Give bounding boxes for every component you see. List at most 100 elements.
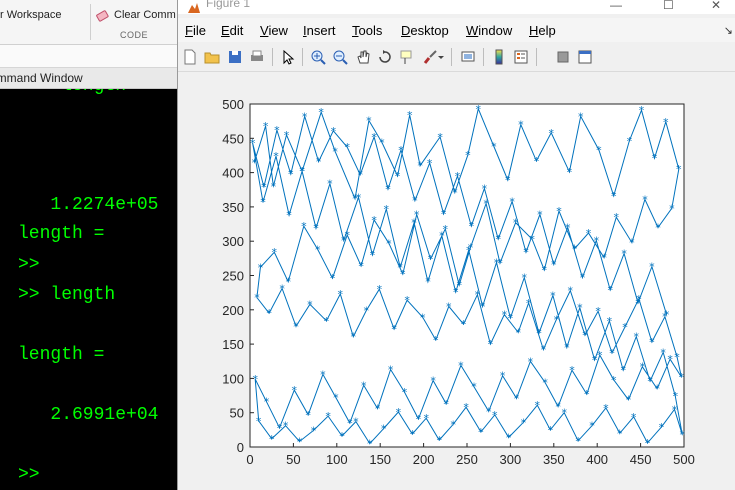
city-marker: * [361, 379, 367, 392]
city-marker: * [660, 346, 666, 359]
city-marker: * [286, 209, 292, 222]
city-marker: * [607, 284, 613, 297]
x-tick-label: 50 [286, 452, 300, 467]
city-marker: * [631, 411, 637, 424]
city-marker: * [649, 336, 655, 349]
city-marker: * [514, 392, 520, 405]
city-marker: * [561, 407, 567, 420]
city-marker: * [453, 286, 459, 299]
city-marker: * [455, 170, 461, 183]
city-marker: * [673, 390, 679, 403]
city-marker: * [420, 311, 426, 324]
city-marker: * [607, 315, 613, 328]
city-marker: * [272, 246, 278, 259]
city-marker: * [611, 374, 617, 387]
city-marker: * [320, 368, 326, 381]
city-marker: * [480, 300, 486, 313]
city-marker: * [315, 243, 321, 256]
city-marker: * [371, 131, 377, 144]
city-marker: * [305, 409, 311, 422]
city-marker: * [299, 165, 305, 178]
city-marker: * [664, 309, 670, 322]
y-tick-label: 500 [222, 97, 244, 112]
city-marker: * [423, 412, 429, 425]
city-marker: * [269, 433, 275, 446]
city-marker: * [482, 182, 488, 195]
city-marker: * [674, 351, 680, 364]
city-marker: * [263, 120, 269, 133]
city-marker: * [548, 127, 554, 140]
city-marker: * [256, 415, 262, 428]
city-marker: * [667, 353, 673, 366]
city-marker: * [344, 141, 350, 154]
city-marker: * [370, 249, 376, 262]
city-marker: * [311, 425, 317, 438]
city-marker: * [283, 420, 289, 433]
city-marker: * [461, 318, 467, 331]
city-marker: * [293, 320, 299, 333]
city-marker: * [505, 174, 511, 187]
city-marker: * [357, 169, 363, 182]
city-marker: * [377, 283, 383, 296]
city-marker: * [663, 116, 669, 129]
city-marker: * [647, 375, 653, 388]
city-marker: * [601, 252, 607, 265]
city-marker: * [529, 233, 535, 246]
city-marker: * [466, 244, 472, 257]
city-marker: * [471, 381, 477, 394]
city-marker: * [338, 288, 344, 301]
city-marker: * [254, 291, 260, 304]
x-tick-label: 200 [413, 452, 435, 467]
city-marker: * [483, 197, 489, 210]
city-marker: * [655, 221, 661, 234]
city-marker: * [652, 152, 658, 165]
city-marker: * [621, 248, 627, 261]
tsp-route-plot[interactable]: * * * * * * * * * * * * * * * * * * * * * * * * * * * * * * * * * * * * * * * *… [0, 0, 735, 490]
city-marker: * [584, 388, 590, 401]
city-marker: * [556, 205, 562, 218]
city-marker: * [542, 264, 548, 277]
city-marker: * [396, 406, 402, 419]
city-marker: * [313, 222, 319, 235]
city-marker: * [391, 323, 397, 336]
city-marker: * [554, 313, 560, 326]
city-marker: * [297, 436, 303, 449]
city-marker: * [398, 144, 404, 157]
city-marker: * [575, 435, 581, 448]
city-marker: * [620, 364, 626, 377]
city-marker: * [416, 413, 422, 426]
city-marker: * [384, 203, 390, 216]
city-marker: * [595, 305, 601, 318]
city-marker: * [488, 338, 494, 351]
city-marker: * [381, 422, 387, 435]
y-tick-label: 350 [222, 200, 244, 215]
city-marker: * [288, 168, 294, 181]
city-marker: * [603, 402, 609, 415]
city-marker: * [626, 394, 632, 407]
city-marker: * [609, 347, 615, 360]
x-tick-label: 0 [246, 452, 253, 467]
city-marker: * [580, 272, 586, 285]
city-marker: * [528, 355, 534, 368]
city-marker: * [397, 261, 403, 274]
city-marker: * [463, 401, 469, 414]
city-marker: * [411, 217, 417, 230]
city-marker: * [402, 386, 408, 399]
city-marker: * [676, 163, 682, 176]
city-marker: * [526, 297, 532, 310]
city-marker: * [307, 298, 313, 311]
city-marker: * [536, 327, 542, 340]
city-marker: * [318, 106, 324, 119]
city-marker: * [596, 144, 602, 157]
city-marker: * [327, 178, 333, 191]
city-marker: * [567, 166, 573, 179]
city-marker: * [577, 302, 583, 315]
city-marker: * [522, 272, 528, 285]
city-marker: * [333, 392, 339, 405]
city-marker: * [469, 220, 475, 233]
city-marker: * [302, 110, 308, 123]
city-marker: * [452, 186, 458, 199]
city-marker: * [515, 326, 521, 339]
city-marker: * [634, 331, 640, 344]
city-marker: * [611, 190, 617, 203]
